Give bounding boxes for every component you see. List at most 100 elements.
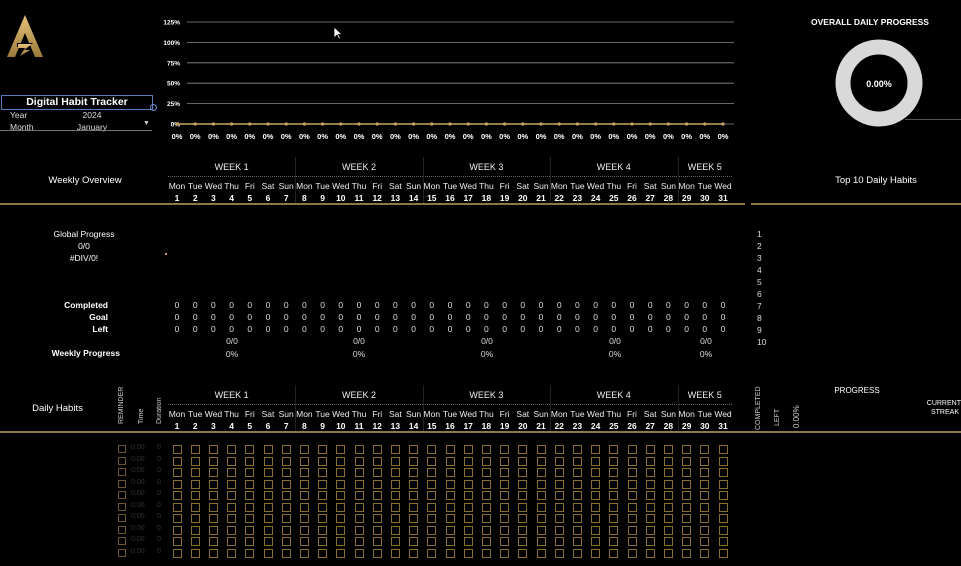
habit-day-checkbox[interactable] <box>208 537 218 546</box>
habit-day-checkbox[interactable] <box>172 491 182 500</box>
habit-day-checkbox[interactable] <box>645 491 655 500</box>
habit-day-checkbox[interactable] <box>682 445 692 454</box>
habit-day-checkbox[interactable] <box>172 525 182 535</box>
habit-day-checkbox[interactable] <box>245 456 255 466</box>
habit-day-checkbox[interactable] <box>190 479 200 489</box>
habit-day-checkbox[interactable] <box>481 548 491 558</box>
habit-day-checkbox[interactable] <box>190 514 200 523</box>
habit-day-checkbox[interactable] <box>245 514 255 523</box>
habit-day-checkbox[interactable] <box>481 514 491 523</box>
habit-day-checkbox[interactable] <box>554 456 564 466</box>
habit-day-checkbox[interactable] <box>445 456 455 466</box>
habit-day-checkbox[interactable] <box>463 514 473 523</box>
habit-day-checkbox[interactable] <box>172 548 182 558</box>
habit-day-checkbox[interactable] <box>500 537 510 546</box>
habit-day-checkbox[interactable] <box>409 456 419 466</box>
habit-day-checkbox[interactable] <box>299 468 309 477</box>
habit-day-checkbox[interactable] <box>463 491 473 500</box>
habit-day-checkbox[interactable] <box>645 514 655 523</box>
habit-day-checkbox[interactable] <box>572 491 582 500</box>
habit-day-checkbox[interactable] <box>299 456 309 466</box>
habit-day-checkbox[interactable] <box>354 468 364 477</box>
reminder-checkbox[interactable] <box>118 479 126 488</box>
habit-day-checkbox[interactable] <box>208 548 218 558</box>
habit-day-checkbox[interactable] <box>682 491 692 500</box>
habit-day-checkbox[interactable] <box>299 514 309 523</box>
habit-day-checkbox[interactable] <box>627 479 637 489</box>
habit-day-checkbox[interactable] <box>554 537 564 546</box>
habit-day-checkbox[interactable] <box>572 479 582 489</box>
habit-day-checkbox[interactable] <box>609 445 619 454</box>
habit-day-checkbox[interactable] <box>299 502 309 512</box>
habit-day-checkbox[interactable] <box>572 502 582 512</box>
habit-day-checkbox[interactable] <box>500 479 510 489</box>
habit-day-checkbox[interactable] <box>245 525 255 535</box>
habit-day-checkbox[interactable] <box>409 548 419 558</box>
habit-day-checkbox[interactable] <box>263 525 273 535</box>
habit-day-checkbox[interactable] <box>390 514 400 523</box>
habit-day-checkbox[interactable] <box>572 537 582 546</box>
time-value[interactable]: 0:00 <box>131 525 145 532</box>
habit-day-checkbox[interactable] <box>445 537 455 546</box>
habit-day-checkbox[interactable] <box>700 502 710 512</box>
habit-day-checkbox[interactable] <box>572 525 582 535</box>
habit-day-checkbox[interactable] <box>591 456 601 466</box>
habit-day-checkbox[interactable] <box>518 502 528 512</box>
habit-day-checkbox[interactable] <box>554 468 564 477</box>
habit-day-checkbox[interactable] <box>463 537 473 546</box>
habit-day-checkbox[interactable] <box>572 548 582 558</box>
habit-day-checkbox[interactable] <box>463 479 473 489</box>
habit-day-checkbox[interactable] <box>281 525 291 535</box>
habit-day-checkbox[interactable] <box>645 502 655 512</box>
habit-day-checkbox[interactable] <box>409 468 419 477</box>
habit-day-checkbox[interactable] <box>281 491 291 500</box>
habit-day-checkbox[interactable] <box>518 479 528 489</box>
habit-day-checkbox[interactable] <box>554 445 564 454</box>
habit-day-checkbox[interactable] <box>263 548 273 558</box>
habit-day-checkbox[interactable] <box>427 491 437 500</box>
habit-day-checkbox[interactable] <box>227 537 237 546</box>
habit-day-checkbox[interactable] <box>718 537 728 546</box>
habit-day-checkbox[interactable] <box>718 479 728 489</box>
habit-day-checkbox[interactable] <box>354 525 364 535</box>
habit-day-checkbox[interactable] <box>591 537 601 546</box>
habit-day-checkbox[interactable] <box>245 445 255 454</box>
habit-day-checkbox[interactable] <box>645 537 655 546</box>
time-value[interactable]: 0:00 <box>131 444 145 451</box>
habit-day-checkbox[interactable] <box>354 502 364 512</box>
habit-day-checkbox[interactable] <box>299 537 309 546</box>
habit-day-checkbox[interactable] <box>609 525 619 535</box>
habit-day-checkbox[interactable] <box>190 456 200 466</box>
habit-day-checkbox[interactable] <box>354 548 364 558</box>
habit-day-checkbox[interactable] <box>554 491 564 500</box>
habit-day-checkbox[interactable] <box>609 468 619 477</box>
habit-day-checkbox[interactable] <box>336 491 346 500</box>
habit-day-checkbox[interactable] <box>663 456 673 466</box>
habit-day-checkbox[interactable] <box>536 548 546 558</box>
habit-day-checkbox[interactable] <box>208 479 218 489</box>
habit-day-checkbox[interactable] <box>718 548 728 558</box>
habit-day-checkbox[interactable] <box>572 445 582 454</box>
habit-day-checkbox[interactable] <box>554 514 564 523</box>
habit-day-checkbox[interactable] <box>372 548 382 558</box>
habit-day-checkbox[interactable] <box>208 491 218 500</box>
habit-day-checkbox[interactable] <box>700 548 710 558</box>
habit-day-checkbox[interactable] <box>227 525 237 535</box>
chevron-down-icon[interactable]: ▼ <box>143 120 150 127</box>
habit-day-checkbox[interactable] <box>645 525 655 535</box>
habit-day-checkbox[interactable] <box>463 502 473 512</box>
habit-day-checkbox[interactable] <box>390 537 400 546</box>
duration-value[interactable]: 0 <box>157 502 161 509</box>
habit-day-checkbox[interactable] <box>572 514 582 523</box>
reminder-checkbox[interactable] <box>118 525 126 534</box>
habit-day-checkbox[interactable] <box>682 468 692 477</box>
habit-day-checkbox[interactable] <box>609 537 619 546</box>
habit-day-checkbox[interactable] <box>572 468 582 477</box>
habit-day-checkbox[interactable] <box>318 525 328 535</box>
duration-value[interactable]: 0 <box>157 479 161 486</box>
habit-day-checkbox[interactable] <box>645 445 655 454</box>
habit-day-checkbox[interactable] <box>227 445 237 454</box>
habit-day-checkbox[interactable] <box>500 502 510 512</box>
time-value[interactable]: 0:00 <box>131 548 145 555</box>
habit-day-checkbox[interactable] <box>700 491 710 500</box>
